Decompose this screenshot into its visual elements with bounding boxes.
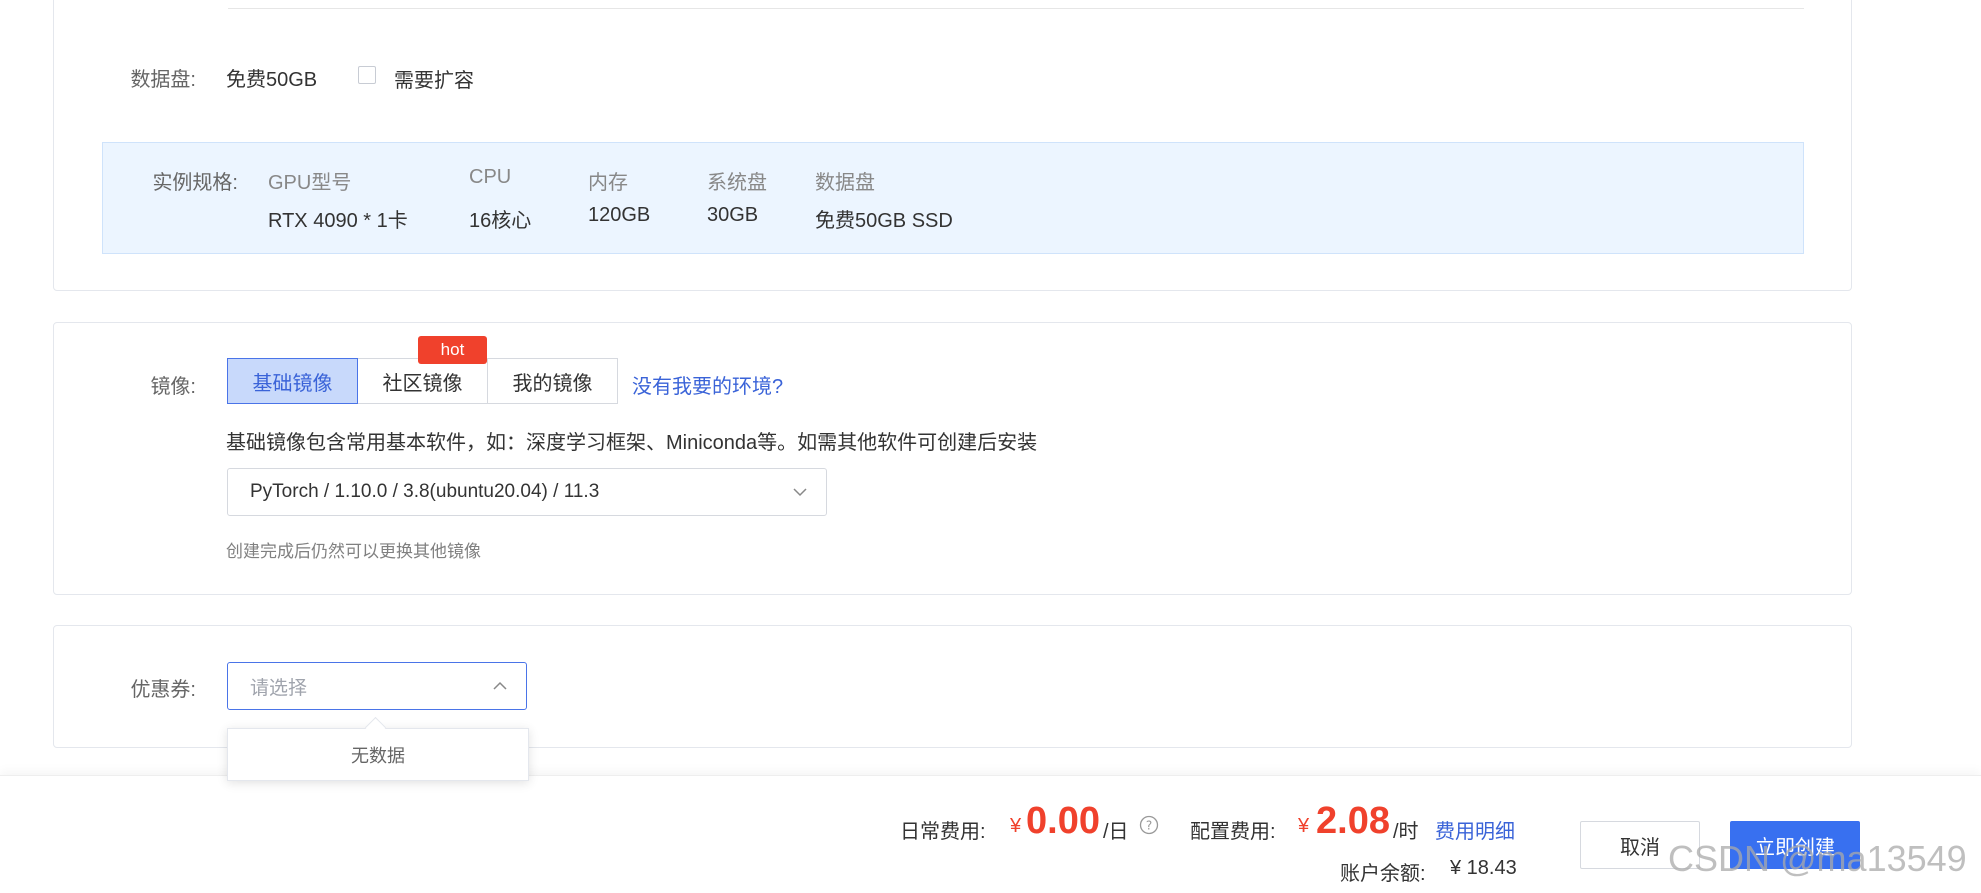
coupon-label: 优惠券:: [130, 679, 196, 701]
fee-detail-link[interactable]: 费用明细: [1435, 815, 1515, 844]
image-description: 基础镜像包含常用基本软件，如：深度学习框架、Miniconda等。如需其他软件可…: [226, 432, 1038, 454]
spec-header-memory: 内存: [588, 172, 628, 194]
spec-value-data-disk: 免费50GB SSD: [815, 210, 953, 232]
balance-value: ¥ 18.43: [1450, 857, 1517, 879]
spec-label: 实例规格:: [152, 172, 238, 194]
question-icon[interactable]: ?: [1139, 815, 1159, 835]
expand-checkbox[interactable]: [358, 66, 376, 84]
missing-environment-link[interactable]: 没有我要的环境?: [632, 370, 783, 399]
balance-label: 账户余额:: [1340, 863, 1426, 885]
spec-header-gpu: GPU型号: [268, 172, 352, 194]
config-fee-label: 配置费用:: [1190, 821, 1276, 843]
config-unit: /时: [1393, 821, 1419, 843]
image-note: 创建完成后仍然可以更换其他镜像: [226, 542, 481, 561]
chevron-down-icon: [793, 488, 807, 497]
spec-value-gpu: RTX 4090 * 1卡: [268, 210, 408, 232]
svg-text:?: ?: [1146, 819, 1152, 833]
spec-header-system-disk: 系统盘: [707, 172, 767, 194]
image-label: 镜像:: [150, 376, 196, 398]
image-select-value: PyTorch / 1.10.0 / 3.8(ubuntu20.04) / 11…: [250, 481, 600, 502]
coupon-select[interactable]: 请选择: [227, 662, 527, 710]
watermark: CSDN @ma13549: [1668, 838, 1967, 879]
config-price: 2.08: [1316, 800, 1390, 842]
image-tabs: 基础镜像 社区镜像 我的镜像: [227, 358, 618, 404]
daily-currency: ¥: [1010, 815, 1022, 837]
hot-badge: hot: [418, 336, 487, 364]
divider: [228, 8, 1804, 9]
spec-panel: [102, 142, 1804, 254]
data-disk-label: 数据盘:: [130, 69, 196, 91]
spec-header-data-disk: 数据盘: [815, 172, 875, 194]
coupon-empty-text: 无数据: [351, 745, 405, 766]
config-currency: ¥: [1298, 815, 1310, 837]
coupon-select-placeholder: 请选择: [250, 677, 308, 699]
spec-value-system-disk: 30GB: [707, 204, 759, 226]
expand-label[interactable]: 需要扩容: [394, 64, 474, 93]
daily-price: 0.00: [1026, 800, 1100, 842]
tab-community-image[interactable]: 社区镜像: [357, 358, 488, 404]
daily-fee-label: 日常费用:: [900, 821, 986, 843]
tab-my-image[interactable]: 我的镜像: [487, 358, 618, 404]
spec-value-cpu: 16核心: [469, 210, 532, 232]
daily-unit: /日: [1103, 821, 1129, 843]
page: 数据盘: 免费50GB 需要扩容 实例规格: GPU型号 CPU 内存 系统盘 …: [0, 0, 1981, 893]
image-select[interactable]: PyTorch / 1.10.0 / 3.8(ubuntu20.04) / 11…: [227, 468, 827, 516]
data-disk-value: 免费50GB: [226, 69, 318, 91]
tab-base-image[interactable]: 基础镜像: [227, 358, 358, 404]
chevron-up-icon: [493, 681, 507, 690]
coupon-dropdown: 无数据: [227, 728, 529, 781]
spec-value-memory: 120GB: [588, 204, 651, 226]
spec-header-cpu: CPU: [469, 166, 512, 188]
